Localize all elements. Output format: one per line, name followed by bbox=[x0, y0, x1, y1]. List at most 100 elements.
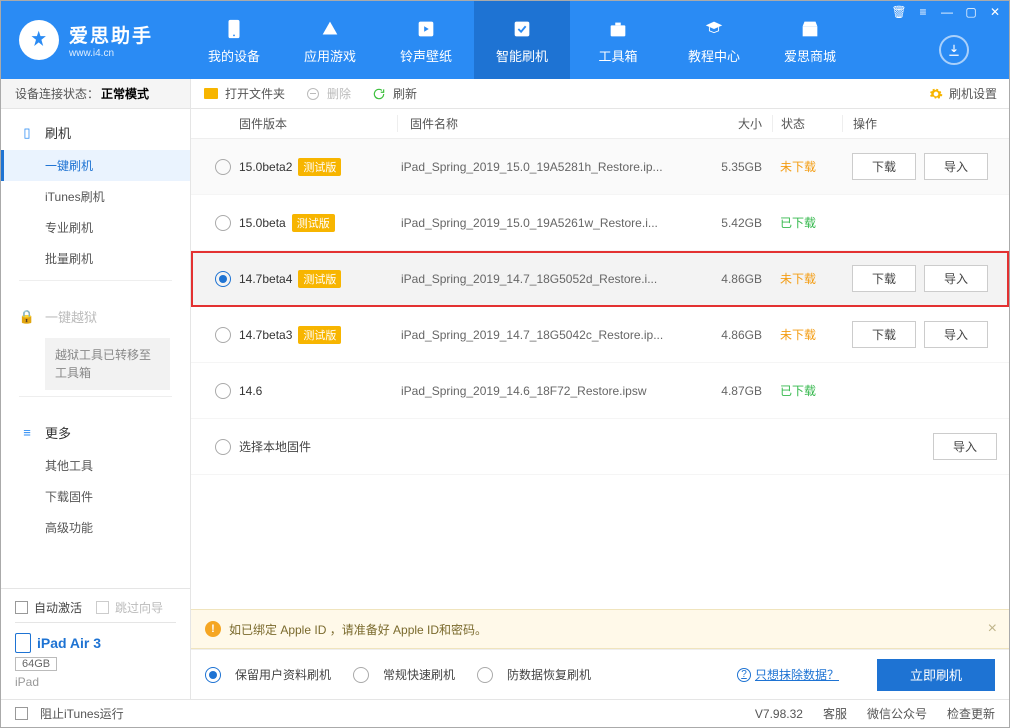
cell-size: 4.86GB bbox=[702, 328, 772, 342]
sidebar-item-2-2[interactable]: 高级功能 bbox=[1, 512, 190, 543]
tab-device[interactable]: 我的设备 bbox=[186, 1, 282, 79]
tab-tutorial[interactable]: 教程中心 bbox=[666, 1, 762, 79]
sidebar-item-0-1[interactable]: iTunes刷机 bbox=[1, 181, 190, 212]
device-name[interactable]: iPad Air 3 bbox=[15, 633, 176, 653]
firmware-row[interactable]: 14.6iPad_Spring_2019_14.6_18F72_Restore.… bbox=[191, 363, 1009, 419]
logo-icon bbox=[19, 20, 59, 60]
beta-badge: 测试版 bbox=[298, 270, 341, 288]
side-group-0[interactable]: ▯刷机 bbox=[1, 115, 190, 150]
wechat-link[interactable]: 微信公众号 bbox=[867, 705, 927, 722]
flash-icon bbox=[509, 16, 535, 42]
cell-state: 已下载 bbox=[772, 214, 842, 231]
opt-antiloss[interactable]: 防数据恢复刷机 bbox=[477, 666, 591, 683]
cell-name: iPad_Spring_2019_14.7_18G5052d_Restore.i… bbox=[389, 272, 702, 286]
row-radio[interactable] bbox=[215, 439, 231, 455]
warning-icon: ! bbox=[205, 621, 221, 637]
cell-name: iPad_Spring_2019_15.0_19A5281h_Restore.i… bbox=[389, 160, 702, 174]
cell-state: 已下载 bbox=[772, 382, 842, 399]
delete-icon bbox=[307, 88, 319, 100]
apple-id-notice: ! 如已绑定 Apple ID ，请准备好 Apple ID和密码。 × bbox=[191, 609, 1009, 649]
customer-service-link[interactable]: 客服 bbox=[823, 705, 847, 722]
skip-guide-checkbox[interactable] bbox=[96, 601, 109, 614]
cell-version: 14.6 bbox=[239, 384, 389, 398]
th-size: 大小 bbox=[702, 115, 772, 132]
tab-apps[interactable]: 应用游戏 bbox=[282, 1, 378, 79]
refresh-button[interactable]: 刷新 bbox=[371, 85, 417, 102]
import-button[interactable]: 导入 bbox=[924, 153, 988, 180]
sidebar-item-0-3[interactable]: 批量刷机 bbox=[1, 243, 190, 274]
download-button[interactable]: 下载 bbox=[852, 153, 916, 180]
local-firmware-row[interactable]: 选择本地固件导入 bbox=[191, 419, 1009, 475]
sidebar-scroll: ▯刷机一键刷机iTunes刷机专业刷机批量刷机🔒一键越狱越狱工具已转移至工具箱≡… bbox=[1, 109, 190, 588]
firmware-row[interactable]: 14.7beta3测试版iPad_Spring_2019_14.7_18G504… bbox=[191, 307, 1009, 363]
tab-tools[interactable]: 工具箱 bbox=[570, 1, 666, 79]
ring-icon bbox=[413, 16, 439, 42]
open-folder-button[interactable]: 打开文件夹 bbox=[203, 85, 285, 102]
cell-version: 15.0beta2测试版 bbox=[239, 158, 389, 176]
sidebar-bottom: 自动激活 跳过向导 iPad Air 3 64GB iPad bbox=[1, 588, 190, 699]
lock-icon: 🔒 bbox=[19, 309, 35, 325]
row-radio[interactable] bbox=[215, 383, 231, 399]
row-radio[interactable] bbox=[215, 327, 231, 343]
firmware-row[interactable]: 15.0beta2测试版iPad_Spring_2019_15.0_19A528… bbox=[191, 139, 1009, 195]
auto-activate-label: 自动激活 bbox=[34, 599, 82, 616]
tab-ring[interactable]: 铃声壁纸 bbox=[378, 1, 474, 79]
import-button[interactable]: 导入 bbox=[933, 433, 997, 460]
tab-flash[interactable]: 智能刷机 bbox=[474, 1, 570, 79]
cell-size: 5.42GB bbox=[702, 216, 772, 230]
auto-activate-checkbox[interactable] bbox=[15, 601, 28, 614]
titlebar-trash-icon[interactable]: 🗑 bbox=[891, 5, 907, 19]
erase-data-link[interactable]: ? 只想抹除数据？ bbox=[737, 666, 839, 683]
opt-normal[interactable]: 常规快速刷机 bbox=[353, 666, 455, 683]
check-update-link[interactable]: 检查更新 bbox=[947, 705, 995, 722]
cell-version: 15.0beta测试版 bbox=[239, 214, 389, 232]
download-button[interactable]: 下载 bbox=[852, 265, 916, 292]
import-button[interactable]: 导入 bbox=[924, 321, 988, 348]
download-button[interactable]: 下载 bbox=[852, 321, 916, 348]
more-icon: ≡ bbox=[19, 425, 35, 441]
flash-now-button[interactable]: 立即刷机 bbox=[877, 659, 995, 691]
titlebar-close-icon[interactable]: ✕ bbox=[987, 5, 1003, 19]
side-group-2[interactable]: ≡更多 bbox=[1, 415, 190, 450]
main: 打开文件夹 删除 刷新 刷机设置 bbox=[191, 79, 1009, 699]
import-button[interactable]: 导入 bbox=[924, 265, 988, 292]
folder-icon bbox=[204, 88, 218, 99]
sidebar-item-0-2[interactable]: 专业刷机 bbox=[1, 212, 190, 243]
block-itunes-label: 阻止iTunes运行 bbox=[40, 705, 124, 722]
cell-name: iPad_Spring_2019_14.7_18G5042c_Restore.i… bbox=[389, 328, 702, 342]
firmware-row[interactable]: 14.7beta4测试版iPad_Spring_2019_14.7_18G505… bbox=[191, 251, 1009, 307]
sidebar-item-2-0[interactable]: 其他工具 bbox=[1, 450, 190, 481]
firmware-row[interactable]: 15.0beta测试版iPad_Spring_2019_15.0_19A5261… bbox=[191, 195, 1009, 251]
question-icon: ? bbox=[737, 668, 751, 682]
cell-name: iPad_Spring_2019_14.6_18F72_Restore.ipsw bbox=[389, 384, 702, 398]
device-capacity: 64GB bbox=[15, 657, 57, 671]
flash-settings-button[interactable]: 刷机设置 bbox=[929, 85, 997, 102]
radio-icon bbox=[477, 667, 493, 683]
block-itunes-checkbox[interactable] bbox=[15, 707, 28, 720]
notice-close-icon[interactable]: × bbox=[988, 620, 997, 638]
row-radio[interactable] bbox=[215, 271, 231, 287]
cell-size: 4.86GB bbox=[702, 272, 772, 286]
delete-button[interactable]: 删除 bbox=[305, 85, 351, 102]
cell-state: 未下载 bbox=[772, 326, 842, 343]
titlebar-controls: 🗑 ≡ ― ▢ ✕ bbox=[891, 5, 1003, 19]
titlebar-menu-icon[interactable]: ≡ bbox=[915, 5, 931, 19]
gear-icon bbox=[929, 87, 943, 101]
sidebar-item-2-1[interactable]: 下载固件 bbox=[1, 481, 190, 512]
opt-keep-data[interactable]: 保留用户资料刷机 bbox=[205, 666, 331, 683]
download-manager-icon[interactable] bbox=[939, 35, 969, 65]
tutorial-icon bbox=[701, 16, 727, 42]
cell-ops: 下载导入 bbox=[842, 265, 997, 292]
device-icon bbox=[221, 16, 247, 42]
sidebar-item-0-0[interactable]: 一键刷机 bbox=[1, 150, 190, 181]
tab-store[interactable]: 爱思商城 bbox=[762, 1, 858, 79]
tablet-icon bbox=[15, 633, 31, 653]
row-radio[interactable] bbox=[215, 159, 231, 175]
th-name: 固件名称 bbox=[397, 115, 702, 132]
titlebar-maximize-icon[interactable]: ▢ bbox=[963, 5, 979, 19]
side-group-1[interactable]: 🔒一键越狱 bbox=[1, 299, 190, 334]
titlebar-minimize-icon[interactable]: ― bbox=[939, 5, 955, 19]
notice-text: 如已绑定 Apple ID ，请准备好 Apple ID和密码。 bbox=[229, 621, 487, 638]
row-radio[interactable] bbox=[215, 215, 231, 231]
cell-ops: 下载导入 bbox=[842, 321, 997, 348]
